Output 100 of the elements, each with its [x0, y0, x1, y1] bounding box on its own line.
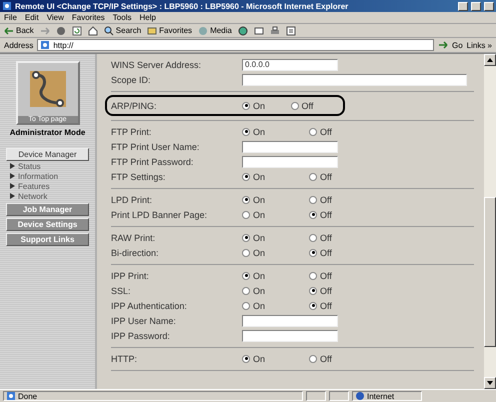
nav-link[interactable]: Features	[10, 182, 50, 192]
input-field[interactable]: 0.0.0.0	[242, 58, 338, 70]
menu-item[interactable]: Tools	[112, 13, 132, 22]
option-label: Off	[320, 126, 332, 136]
option-label: Off	[320, 248, 332, 258]
radio-button[interactable]	[309, 210, 317, 218]
status-pane	[329, 391, 349, 401]
radio-button[interactable]	[309, 354, 317, 362]
radio-button[interactable]	[309, 248, 317, 256]
input-field[interactable]	[242, 74, 467, 86]
up-arrow-icon	[487, 57, 493, 63]
input-field[interactable]	[242, 156, 338, 168]
radio-button[interactable]	[309, 172, 317, 180]
input-field[interactable]	[242, 140, 338, 152]
setting-label: IPP Print:	[111, 270, 150, 280]
toolbar-label[interactable]: Favorites	[159, 26, 192, 35]
radio-button[interactable]	[309, 128, 317, 136]
menu-item[interactable]: Favorites	[72, 13, 105, 22]
setting-label: ARP/PING:	[111, 100, 158, 110]
scroll-down-button[interactable]	[484, 377, 496, 389]
radio-button[interactable]	[242, 196, 250, 204]
option-label: Off	[320, 210, 332, 220]
option-label: On	[253, 172, 266, 182]
setting-label: WINS Server Address:	[111, 60, 202, 70]
toolbar-label[interactable]: Media	[210, 26, 232, 35]
radio-button[interactable]	[290, 102, 298, 110]
radio-button[interactable]	[242, 234, 250, 242]
setting-label: FTP Settings:	[111, 172, 166, 182]
radio-button[interactable]	[309, 234, 317, 242]
address-label: Address	[4, 40, 34, 50]
go-button[interactable]: Go	[452, 40, 463, 50]
home-icon[interactable]	[88, 26, 98, 36]
mode-label: Administrator Mode	[10, 128, 86, 137]
radio-button[interactable]	[309, 196, 317, 204]
radio-button[interactable]	[242, 302, 250, 310]
maximize-button[interactable]	[471, 2, 481, 10]
input-field[interactable]	[242, 330, 338, 342]
nav-link[interactable]: Information	[10, 172, 58, 182]
option-label: Off	[320, 194, 332, 204]
page-icon	[2, 1, 12, 11]
setting-label: SSL:	[111, 286, 132, 296]
option-label: Off	[302, 100, 314, 110]
links-button[interactable]: Links »	[466, 40, 492, 50]
address-field[interactable]: http://	[37, 39, 434, 51]
radio-button[interactable]	[242, 248, 250, 256]
option-label: On	[253, 354, 266, 364]
setting-label: LPD Print:	[111, 194, 154, 204]
radio-button[interactable]	[242, 102, 250, 110]
menu-item[interactable]: File	[4, 13, 17, 22]
nav-link[interactable]: Network	[10, 192, 48, 202]
radio-button[interactable]	[309, 272, 317, 280]
radio-button[interactable]	[242, 286, 250, 294]
radio-button[interactable]	[242, 272, 250, 280]
go-arrow-icon[interactable]	[438, 40, 448, 50]
menu-item[interactable]: View	[46, 13, 64, 22]
radio-button[interactable]	[309, 302, 317, 310]
option-label: On	[253, 270, 266, 280]
page-icon	[6, 391, 16, 401]
setting-label: RAW Print:	[111, 232, 156, 242]
radio-button[interactable]	[242, 210, 250, 218]
window-title: Remote UI <Change TCP/IP Settings> : LBP5960 : LBP5960 - Microsoft Internet Explorer	[15, 2, 350, 10]
setting-label: HTTP:	[111, 354, 138, 364]
radio-button[interactable]	[242, 172, 250, 180]
toolbar-label[interactable]: Search	[116, 26, 142, 35]
option-label: On	[253, 286, 266, 296]
option-label: Off	[320, 270, 332, 280]
option-label: On	[253, 232, 266, 242]
setting-label: Print LPD Banner Page:	[111, 210, 208, 220]
printer-icon[interactable]	[270, 26, 280, 36]
scrollbar[interactable]	[484, 54, 496, 389]
input-field[interactable]	[242, 314, 338, 326]
radio-button[interactable]	[242, 128, 250, 136]
back-arrow-icon[interactable]	[4, 26, 14, 36]
scrollbar-thumb[interactable]	[484, 197, 496, 347]
scroll-up-button[interactable]	[484, 54, 496, 66]
search-icon[interactable]	[104, 26, 114, 36]
nav-button[interactable]: Device Manager	[6, 148, 89, 161]
menu-item[interactable]: Edit	[24, 13, 39, 22]
refresh-icon[interactable]	[72, 26, 82, 36]
radio-button[interactable]	[309, 286, 317, 294]
option-label: Off	[320, 232, 332, 242]
close-button[interactable]	[484, 2, 494, 10]
setting-label: IPP User Name:	[111, 316, 177, 326]
menu-item[interactable]: Help	[139, 13, 156, 22]
toolbar-label[interactable]: Back	[16, 26, 34, 35]
radio-button[interactable]	[242, 354, 250, 362]
option-label: On	[253, 210, 266, 220]
status-text: Done	[18, 392, 38, 400]
nav-link[interactable]: Status	[10, 162, 41, 172]
option-label: On	[253, 194, 266, 204]
setting-label: Bi-direction:	[111, 248, 160, 258]
option-label: Off	[320, 172, 332, 182]
down-arrow-icon	[487, 380, 493, 386]
page-icon	[40, 40, 50, 50]
status-pane	[306, 391, 326, 401]
option-label: On	[253, 100, 266, 110]
setting-label: FTP Print:	[111, 126, 152, 136]
option-label: On	[253, 248, 266, 258]
setting-label: IPP Password:	[111, 330, 171, 340]
minimize-button[interactable]	[458, 2, 468, 10]
